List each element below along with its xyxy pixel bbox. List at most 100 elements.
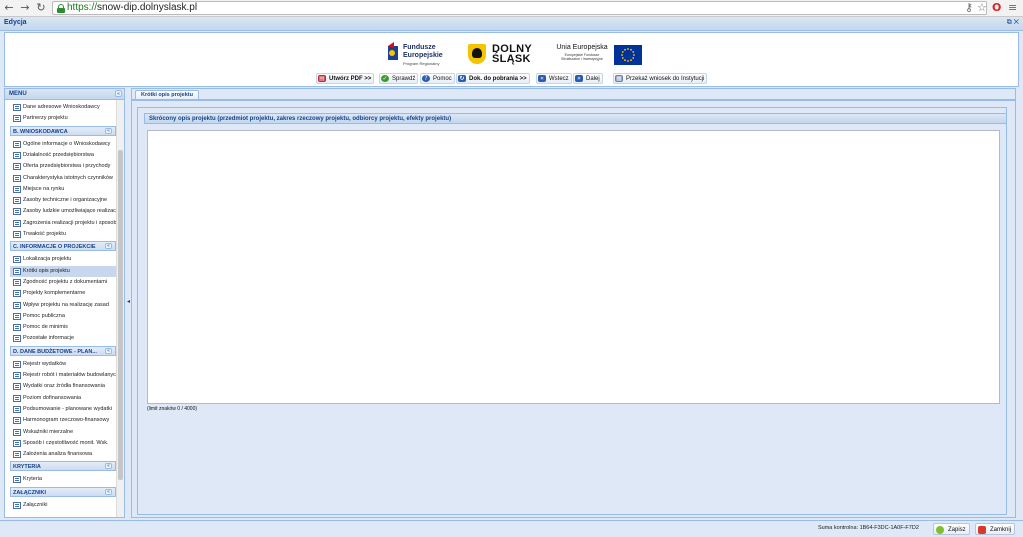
- sidebar-item[interactable]: Zagrożenia realizacji projektu i sposoby: [10, 218, 116, 229]
- back-button[interactable]: «Wstecz: [536, 73, 572, 84]
- sidebar-item[interactable]: Charakterystyka istotnych czynników: [10, 173, 116, 184]
- reload-icon[interactable]: ↻: [35, 2, 47, 14]
- sidebar-item-label: Wskaźniki mierzalne: [23, 428, 74, 435]
- sidebar-item[interactable]: Zasoby techniczne i organizacyjne: [10, 195, 116, 206]
- sidebar-item[interactable]: Trwałość projektu: [10, 229, 116, 240]
- collapse-section-icon[interactable]: «: [105, 347, 112, 354]
- sidebar-section-title: C. INFORMACJE O PROJEKCIE: [13, 244, 96, 251]
- sidebar-item[interactable]: Założenia analiza finansowa: [10, 449, 116, 460]
- window-title-bar: Edycja ⧉ ✕: [0, 17, 1023, 31]
- sidebar-item[interactable]: Zasoby ludzkie umożliwiające realizację: [10, 206, 116, 217]
- sidebar-item-label: Załączniki: [23, 501, 48, 508]
- document-icon: [13, 231, 21, 238]
- collapse-section-icon[interactable]: «: [105, 127, 112, 134]
- sidebar-item[interactable]: Wydatki oraz źródła finansowania: [10, 381, 116, 392]
- sidebar-item-label: Partnerzy projektu: [23, 115, 68, 122]
- document-icon: [13, 301, 21, 309]
- back-arrow-icon[interactable]: ←: [3, 2, 15, 14]
- sidebar-item[interactable]: Ogólne informacje o Wnioskodawcy: [10, 139, 116, 150]
- document-icon: [13, 185, 21, 193]
- sidebar-item[interactable]: Wpływ projektu na realizację zasad: [10, 300, 116, 311]
- document-icon: [13, 405, 21, 413]
- submit-to-institution-button[interactable]: ▦ Przekaż wniosek do Instytucji: [613, 73, 708, 84]
- sidebar-item[interactable]: Partnerzy projektu: [10, 113, 116, 124]
- project-description-textarea[interactable]: [147, 130, 1000, 404]
- sidebar-item[interactable]: Lokalizacja projektu: [10, 254, 116, 265]
- browser-toolbar: ← → ↻ https://snow-dip.dolnyslask.pl ⚷ ☆…: [0, 0, 1023, 17]
- sidebar-item[interactable]: Rejestr wydatków: [10, 359, 116, 370]
- sidebar-section-header[interactable]: B. WNIOSKODAWCA «: [10, 125, 116, 136]
- sidebar-item[interactable]: Pomoc publiczna: [10, 311, 116, 322]
- sidebar-item[interactable]: Pomoc de minimis: [10, 322, 116, 333]
- sidebar-item[interactable]: Krótki opis projektu: [10, 265, 116, 277]
- opera-icon[interactable]: O: [992, 1, 1001, 15]
- close-icon[interactable]: ✕: [1014, 19, 1019, 26]
- collapse-section-icon[interactable]: «: [105, 463, 112, 470]
- forward-arrow-icon[interactable]: →: [19, 2, 31, 14]
- sidebar-header: MENU «: [5, 89, 124, 100]
- save-icon: [936, 526, 944, 534]
- document-icon: [13, 360, 21, 368]
- field-label: Skrócony opis projektu (przedmiot projek…: [149, 116, 452, 122]
- sidebar-item[interactable]: Załączniki: [10, 500, 116, 511]
- collapse-sidebar-icon[interactable]: «: [115, 90, 122, 97]
- sidebar-item[interactable]: Oferta przedsiębiorstwa i przychody: [10, 161, 116, 172]
- sidebar-item[interactable]: Projekty komplementarne: [10, 288, 116, 299]
- collapse-section-icon[interactable]: «: [105, 488, 112, 495]
- docs-download-button[interactable]: ↻ Dok. do pobrania >>: [456, 73, 530, 84]
- sidebar-item[interactable]: Poziom dofinansowania: [10, 393, 116, 404]
- menu-icon[interactable]: ≡: [1008, 1, 1017, 15]
- save-button[interactable]: Zapisz: [933, 523, 970, 535]
- sidebar-item-label: Założenia analiza finansowa: [23, 451, 93, 458]
- sidebar-section-header[interactable]: ZAŁĄCZNIKI «: [10, 486, 116, 497]
- pdf-icon: ▤: [318, 75, 326, 82]
- close-button[interactable]: Zamknij: [975, 523, 1016, 535]
- sidebar-item-label: Zasoby techniczne i organizacyjne: [23, 197, 108, 204]
- document-icon: [13, 372, 21, 379]
- sidebar-item-label: Dane adresowe Wnioskodawcy: [23, 104, 100, 110]
- sidebar-item[interactable]: Kryteria: [10, 474, 116, 485]
- check-button[interactable]: ✓ Sprawdź: [379, 73, 419, 84]
- sidebar-item-label: Podsumowanie - planowane wydatki: [23, 405, 112, 412]
- collapse-section-icon[interactable]: «: [105, 243, 112, 250]
- collapse-arrow-icon[interactable]: ◂: [127, 298, 130, 305]
- create-pdf-button[interactable]: ▤ Utwórz PDF >>: [316, 73, 375, 84]
- sidebar-section-header[interactable]: D. DANE BUDŻETOWE - PLAN... «: [10, 345, 116, 356]
- help-button[interactable]: ? Pomoc: [420, 73, 455, 84]
- document-icon: [13, 383, 21, 391]
- scrollbar-thumb[interactable]: [118, 150, 123, 480]
- star-icon[interactable]: ☆: [977, 1, 987, 15]
- printer-icon: ▦: [615, 75, 623, 82]
- checksum-label: Suma kontrolna: 1B64-F3DC-1A0F-F7D2: [818, 525, 919, 531]
- sidebar-scroll-area[interactable]: Dane adresowe Wnioskodawcy Partnerzy proj…: [5, 100, 124, 517]
- document-icon: [13, 428, 21, 436]
- sidebar-section-title: B. WNIOSKODAWCA: [13, 128, 68, 135]
- sidebar-section-title: KRYTERIA: [13, 464, 41, 471]
- sidebar-scrollbar[interactable]: [116, 100, 124, 517]
- fundusze-flag-icon: [388, 42, 398, 60]
- sidebar-section-header[interactable]: KRYTERIA «: [10, 461, 116, 472]
- sidebar-section-header[interactable]: C. INFORMACJE O PROJEKCIE «: [10, 241, 116, 252]
- check-icon: ✓: [381, 75, 389, 82]
- sidebar-item[interactable]: Sposób i częstotliwość monit. Wsk.: [10, 438, 116, 449]
- sidebar-item[interactable]: Podsumowanie - planowane wydatki: [10, 404, 116, 415]
- next-button[interactable]: » Dalej: [573, 73, 603, 84]
- sidebar-item[interactable]: Zgodność projektu z dokumentami: [10, 277, 116, 288]
- document-icon: [13, 312, 21, 320]
- sidebar-item[interactable]: Miejsce na rynku: [10, 184, 116, 195]
- sidebar-item-label: Zgodność projektu z dokumentami: [23, 278, 108, 285]
- sidebar-item[interactable]: Harmonogram rzeczowo-finansowy: [10, 415, 116, 426]
- char-limit-label: (limit znaków 0 / 4000): [147, 406, 198, 412]
- sidebar-item-label: Wpływ projektu na realizację zasad: [23, 301, 109, 308]
- document-icon: [13, 476, 21, 484]
- close-x-icon: [978, 526, 986, 534]
- key-icon[interactable]: ⚷: [965, 1, 973, 15]
- document-icon: [13, 208, 21, 216]
- sidebar-item[interactable]: Dane adresowe Wnioskodawcy: [10, 102, 116, 113]
- restore-icon[interactable]: ⧉: [1007, 19, 1012, 26]
- sidebar-item[interactable]: Pozostałe informacje: [10, 333, 116, 344]
- sidebar-item[interactable]: Działalność przedsiębiorstwa: [10, 150, 116, 161]
- sidebar-item[interactable]: Wskaźniki mierzalne: [10, 427, 116, 438]
- sidebar-item[interactable]: Rejestr robót i materiałów budowlanych: [10, 370, 116, 381]
- address-bar[interactable]: https://snow-dip.dolnyslask.pl: [52, 1, 987, 15]
